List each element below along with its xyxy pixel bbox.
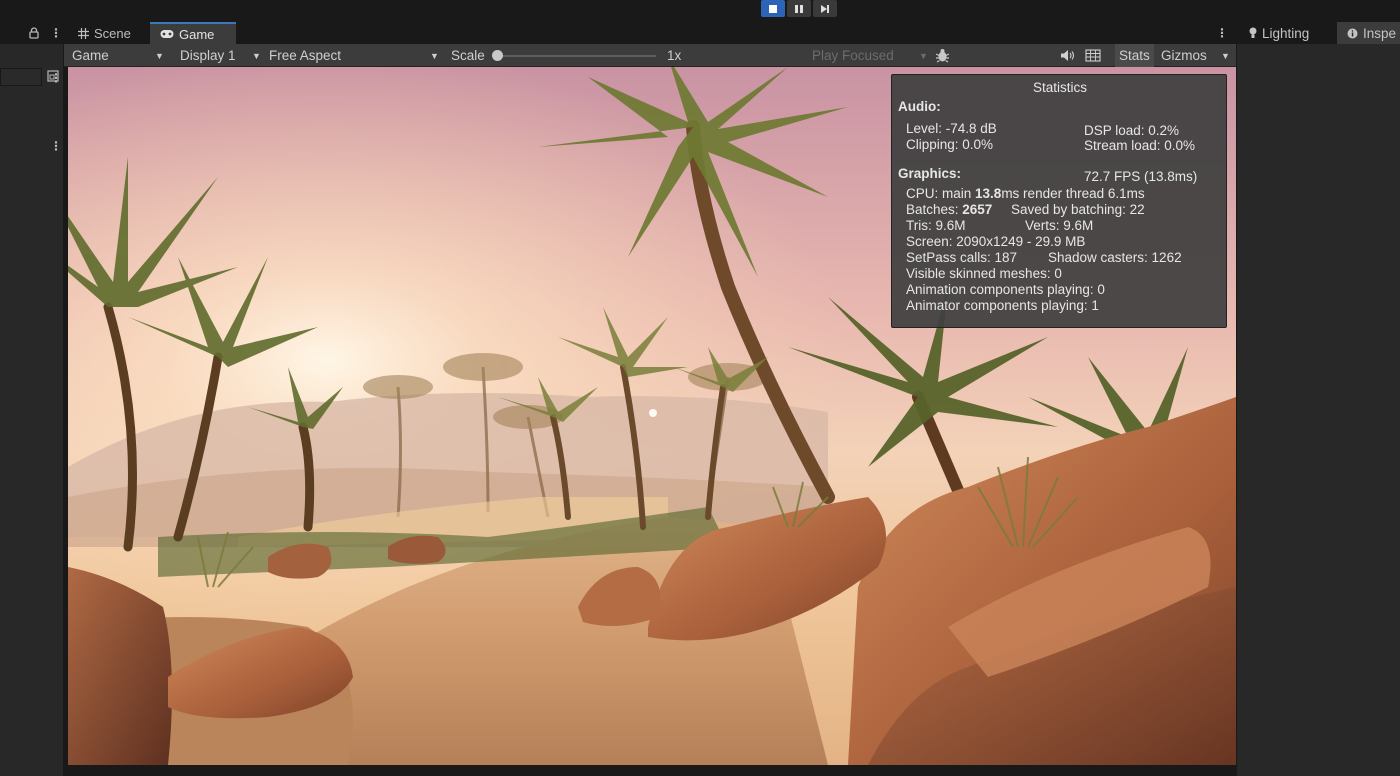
fps-readout: 72.7 FPS (13.8ms) bbox=[1084, 169, 1198, 184]
tab-inspector-label: Inspe bbox=[1363, 25, 1397, 41]
display-dropdown[interactable]: Display 1 bbox=[180, 44, 236, 67]
scale-label: Scale bbox=[451, 44, 485, 67]
gizmos-chevron-icon[interactable]: ▼ bbox=[1221, 44, 1230, 67]
aspect-label: Free Aspect bbox=[269, 48, 342, 63]
game-mode-label: Game bbox=[72, 48, 109, 63]
display-chevron-icon: ▼ bbox=[252, 50, 261, 61]
scale-value-text: 1x bbox=[667, 48, 682, 63]
tab-game-label: Game bbox=[179, 26, 215, 42]
step-icon bbox=[821, 4, 829, 13]
audio-header: Audio: bbox=[898, 99, 941, 114]
right-panel: Lighting Inspe bbox=[1236, 22, 1400, 776]
play-mode-bar bbox=[0, 0, 1400, 22]
display-label: Display 1 bbox=[180, 48, 236, 63]
play-focused-dropdown[interactable]: Play Focused bbox=[812, 44, 894, 67]
tab-bar-menu-icon[interactable]: ⋮ bbox=[1216, 27, 1228, 39]
pause-icon bbox=[795, 4, 803, 13]
stop-icon bbox=[769, 4, 777, 13]
tab-inspector[interactable]: Inspe bbox=[1337, 22, 1400, 44]
game-toolbar: Game ▼ Display 1 ▼ Free Aspect ▼ Scale 1… bbox=[64, 44, 1236, 67]
verts-count: Verts: 9.6M bbox=[1025, 218, 1094, 233]
pause-button[interactable] bbox=[787, 0, 811, 17]
bottom-bar bbox=[64, 765, 1236, 776]
panel-menu-icon[interactable]: ⋮ bbox=[50, 72, 62, 84]
tab-lighting-label: Lighting bbox=[1262, 25, 1310, 41]
play-focused-label: Play Focused bbox=[812, 48, 894, 63]
saved-by-batching: Saved by batching: 22 bbox=[1011, 202, 1145, 217]
tab-scene[interactable]: Scene bbox=[68, 22, 141, 44]
audio-level: Level: -74.8 dB bbox=[906, 121, 997, 136]
right-tab-bar: Lighting Inspe bbox=[1237, 22, 1400, 44]
gamepad-icon bbox=[160, 30, 174, 38]
tab-scene-label: Scene bbox=[94, 25, 131, 41]
aspect-grid-icon[interactable] bbox=[1085, 49, 1101, 62]
gizmos-button-label: Gizmos bbox=[1161, 48, 1207, 63]
info-icon bbox=[1347, 28, 1358, 38]
skinned-meshes: Visible skinned meshes: 0 bbox=[906, 266, 1062, 281]
shadow-casters: Shadow casters: 1262 bbox=[1048, 250, 1182, 265]
tab-game[interactable]: Game bbox=[150, 22, 236, 44]
statistics-title: Statistics bbox=[1032, 80, 1087, 95]
game-mode-chevron-icon: ▼ bbox=[155, 50, 164, 61]
search-field[interactable] bbox=[0, 68, 42, 86]
play-controls bbox=[761, 0, 837, 17]
aspect-dropdown[interactable]: Free Aspect bbox=[269, 44, 341, 67]
play-focused-chevron-icon: ▼ bbox=[919, 50, 928, 61]
audio-clipping: Clipping: 0.0% bbox=[906, 137, 994, 152]
panel-menu-icon[interactable]: ⋮ bbox=[50, 140, 62, 152]
tab-bar: Scene Game ⋮ bbox=[64, 22, 1236, 44]
scale-label-text: Scale bbox=[451, 48, 485, 63]
gizmos-button[interactable]: Gizmos bbox=[1161, 44, 1207, 67]
stream-load: Stream load: 0.0% bbox=[1084, 138, 1196, 153]
scale-slider[interactable] bbox=[496, 55, 656, 57]
stats-button[interactable]: Stats bbox=[1115, 44, 1154, 67]
scale-value: 1x bbox=[667, 44, 681, 67]
audio-mute-icon[interactable] bbox=[1060, 49, 1075, 62]
left-panel-header: ⋮ bbox=[0, 22, 64, 44]
bug-icon[interactable] bbox=[935, 48, 950, 63]
statistics-panel: Statistics Audio: Level: -74.8 dB Clippi… bbox=[891, 74, 1227, 328]
animator-components: Animator components playing: 1 bbox=[906, 298, 1099, 313]
setpass-calls: SetPass calls: 187 bbox=[906, 250, 1018, 265]
screen-resolution: Screen: 2090x1249 - 29.9 MB bbox=[906, 234, 1086, 249]
lock-icon[interactable] bbox=[29, 27, 39, 39]
scale-slider-handle[interactable] bbox=[492, 50, 503, 61]
tab-lighting[interactable]: Lighting bbox=[1249, 22, 1317, 44]
tris-count: Tris: 9.6M bbox=[906, 218, 966, 233]
aspect-chevron-icon: ▼ bbox=[430, 50, 439, 61]
dsp-load: DSP load: 0.2% bbox=[1084, 123, 1180, 138]
step-button[interactable] bbox=[813, 0, 837, 17]
batches: Batches: 2657 bbox=[906, 202, 993, 217]
left-panel: ⋮ ⋮ ⋮ bbox=[0, 22, 64, 776]
lightbulb-icon bbox=[1249, 27, 1257, 38]
animation-components: Animation components playing: 0 bbox=[906, 282, 1105, 297]
more-menu-icon[interactable]: ⋮ bbox=[50, 27, 62, 39]
grid-icon bbox=[78, 27, 89, 39]
cpu-timing: CPU: main 13.8ms render thread 6.1ms bbox=[906, 186, 1145, 201]
game-mode-dropdown[interactable]: Game bbox=[72, 44, 109, 67]
stats-button-label: Stats bbox=[1119, 48, 1150, 63]
play-button[interactable] bbox=[761, 0, 785, 17]
graphics-header: Graphics: bbox=[898, 166, 962, 181]
